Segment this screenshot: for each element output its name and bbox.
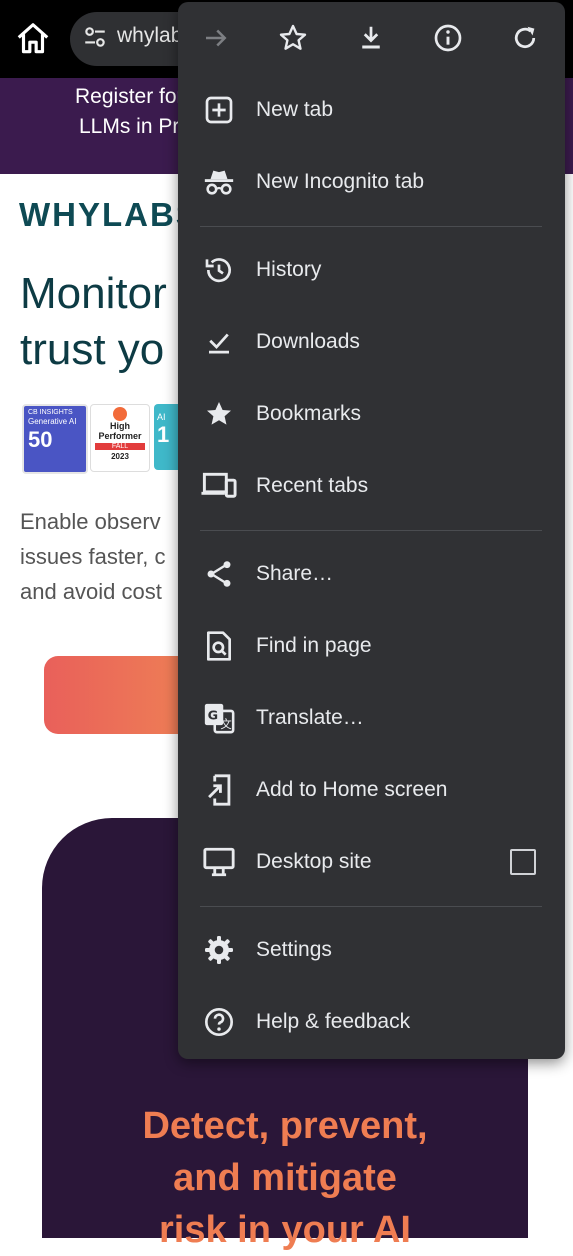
bookmarks-star-icon bbox=[200, 395, 238, 433]
menu-item-settings[interactable]: Settings bbox=[178, 914, 565, 986]
desktop-icon bbox=[200, 843, 238, 881]
incognito-icon bbox=[200, 163, 238, 201]
find-in-page-icon bbox=[200, 627, 238, 665]
menu-item-label: Share… bbox=[256, 562, 334, 585]
downloads-icon bbox=[200, 323, 238, 361]
translate-icon: G文 bbox=[200, 699, 238, 737]
menu-item-downloads[interactable]: Downloads bbox=[178, 306, 565, 378]
menu-action-row bbox=[178, 2, 565, 74]
feature-headline: Detect, prevent, and mitigate risk in yo… bbox=[142, 1105, 428, 1251]
menu-item-translate[interactable]: G文 Translate… bbox=[178, 682, 565, 754]
menu-item-label: Bookmarks bbox=[256, 402, 362, 425]
menu-item-help-feedback[interactable]: Help & feedback bbox=[178, 986, 565, 1058]
menu-divider bbox=[200, 226, 542, 227]
menu-item-history[interactable]: History bbox=[178, 234, 565, 306]
forward-icon[interactable] bbox=[196, 18, 236, 58]
menu-divider bbox=[200, 906, 542, 907]
menu-item-label: New Incognito tab bbox=[256, 170, 425, 193]
add-to-home-icon bbox=[200, 771, 238, 809]
menu-item-find-in-page[interactable]: Find in page bbox=[178, 610, 565, 682]
devices-icon bbox=[200, 467, 238, 505]
star-icon[interactable] bbox=[273, 18, 313, 58]
help-icon bbox=[200, 1003, 238, 1041]
home-icon[interactable] bbox=[14, 20, 52, 58]
menu-item-desktop-site[interactable]: Desktop site bbox=[178, 826, 565, 898]
whylabs-logo[interactable]: WHYLABS bbox=[19, 196, 200, 234]
svg-text:G: G bbox=[208, 708, 218, 723]
menu-item-share[interactable]: Share… bbox=[178, 538, 565, 610]
share-icon bbox=[200, 555, 238, 593]
settings-gear-icon bbox=[200, 931, 238, 969]
badge-high-performer: High Performer FALL 2023 bbox=[90, 404, 150, 472]
headline-line-2: trust yo bbox=[20, 325, 165, 374]
menu-item-label: Help & feedback bbox=[256, 1010, 411, 1033]
award-badges: CB INSIGHTS Generative AI 50 High Perfor… bbox=[22, 404, 184, 474]
menu-item-label: Find in page bbox=[256, 634, 372, 657]
menu-item-new-incognito-tab[interactable]: New Incognito tab bbox=[178, 146, 565, 218]
headline-line-1: Monitor bbox=[20, 269, 167, 318]
badge-generative-ai: CB INSIGHTS Generative AI 50 bbox=[22, 404, 88, 474]
menu-item-label: Add to Home screen bbox=[256, 778, 448, 801]
menu-item-label: Downloads bbox=[256, 330, 360, 353]
new-tab-icon bbox=[200, 91, 238, 129]
hero-description: Enable observ issues faster, c and avoid… bbox=[20, 509, 166, 604]
site-settings-icon[interactable] bbox=[82, 24, 108, 50]
browser-overflow-menu: New tab New Incognito tab History Downlo… bbox=[178, 2, 565, 1059]
menu-item-label: Recent tabs bbox=[256, 474, 369, 497]
menu-item-recent-tabs[interactable]: Recent tabs bbox=[178, 450, 565, 522]
menu-item-label: New tab bbox=[256, 98, 334, 121]
desktop-site-checkbox[interactable] bbox=[510, 849, 536, 875]
menu-divider bbox=[200, 530, 542, 531]
history-icon bbox=[200, 251, 238, 289]
menu-item-bookmarks[interactable]: Bookmarks bbox=[178, 378, 565, 450]
menu-item-label: Translate… bbox=[256, 706, 364, 729]
g2-logo-icon bbox=[113, 407, 127, 421]
info-icon[interactable] bbox=[428, 18, 468, 58]
menu-item-new-tab[interactable]: New tab bbox=[178, 74, 565, 146]
menu-item-label: History bbox=[256, 258, 322, 281]
menu-item-add-to-home-screen[interactable]: Add to Home screen bbox=[178, 754, 565, 826]
banner-line-2: LLMs in Pr bbox=[79, 115, 180, 138]
svg-text:文: 文 bbox=[220, 717, 231, 731]
menu-item-label: Desktop site bbox=[256, 850, 372, 873]
hero-headline: Monitor trust yo bbox=[20, 266, 167, 378]
download-icon[interactable] bbox=[351, 18, 391, 58]
menu-item-label: Settings bbox=[256, 938, 332, 961]
banner-line-1: Register for bbox=[75, 85, 184, 108]
refresh-icon[interactable] bbox=[505, 18, 545, 58]
